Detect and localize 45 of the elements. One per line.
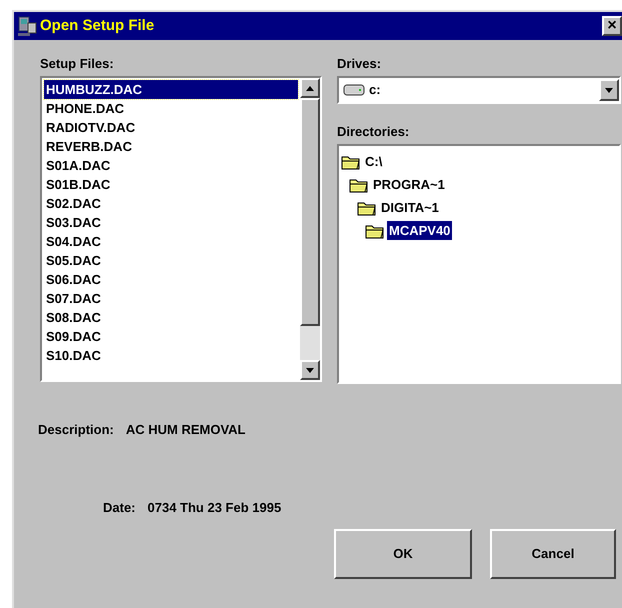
date-value: 0734 Thu 23 Feb 1995 [148, 498, 282, 516]
window-title: Open Setup File [40, 16, 156, 36]
drive-value: c: [369, 81, 382, 100]
drive-icon [343, 84, 365, 96]
file-item[interactable]: S03.DAC [44, 213, 298, 232]
folder-icon [365, 222, 385, 238]
directory-item[interactable]: MCAPV40 [387, 220, 452, 240]
drives-label: Drives: [337, 55, 382, 73]
folder-icon [357, 200, 377, 216]
cancel-button[interactable]: Cancel [490, 529, 616, 579]
file-item[interactable]: HUMBUZZ.DAC [44, 80, 298, 99]
file-item[interactable]: RADIOTV.DAC [44, 118, 298, 137]
file-item[interactable]: S01B.DAC [44, 175, 298, 194]
close-button[interactable]: × [602, 16, 622, 36]
ok-button[interactable]: OK [334, 529, 472, 579]
directory-tree[interactable]: C:\ PROGRA~1 DIGITA~1 MCAPV40 [337, 144, 621, 384]
file-item[interactable]: S01A.DAC [44, 156, 298, 175]
file-item[interactable]: S05.DAC [44, 251, 298, 270]
file-item[interactable]: REVERB.DAC [44, 137, 298, 156]
scrollbar[interactable] [300, 78, 320, 380]
scroll-thumb[interactable] [300, 98, 320, 326]
directory-item[interactable]: PROGRA~1 [371, 174, 447, 194]
up-arrow-icon [306, 86, 314, 90]
file-item[interactable]: PHONE.DAC [44, 99, 298, 118]
file-item[interactable]: S09.DAC [44, 327, 298, 346]
description-label: Description: [38, 421, 114, 439]
description-value: AC HUM REMOVAL [126, 421, 246, 439]
directories-label: Directories: [337, 123, 410, 141]
file-list[interactable]: HUMBUZZ.DAC PHONE.DAC RADIOTV.DAC REVERB.DAC S01A.DAC S01B.DAC S02.DAC S03.DAC S04.DAC S05.DAC S06.DAC S07.DAC S08.DAC S09.DAC S10.DAC [40, 76, 322, 382]
file-item[interactable]: S10.DAC [44, 346, 298, 365]
down-arrow-icon [306, 368, 314, 372]
directory-item[interactable]: C:\ [363, 152, 384, 172]
dropdown-arrow-icon [605, 88, 613, 92]
file-item[interactable]: S07.DAC [44, 289, 298, 308]
file-item[interactable]: S06.DAC [44, 270, 298, 289]
file-item[interactable]: S08.DAC [44, 308, 298, 327]
computer-icon [16, 15, 38, 37]
directory-item[interactable]: DIGITA~1 [379, 198, 441, 218]
file-item[interactable]: S04.DAC [44, 232, 298, 251]
setup-files-label: Setup Files: [40, 55, 115, 73]
folder-icon [349, 176, 369, 192]
folder-icon [341, 154, 361, 170]
drive-dropdown[interactable]: c: [337, 76, 621, 104]
date-label: Date: [103, 498, 136, 516]
file-item[interactable]: S02.DAC [44, 194, 298, 213]
